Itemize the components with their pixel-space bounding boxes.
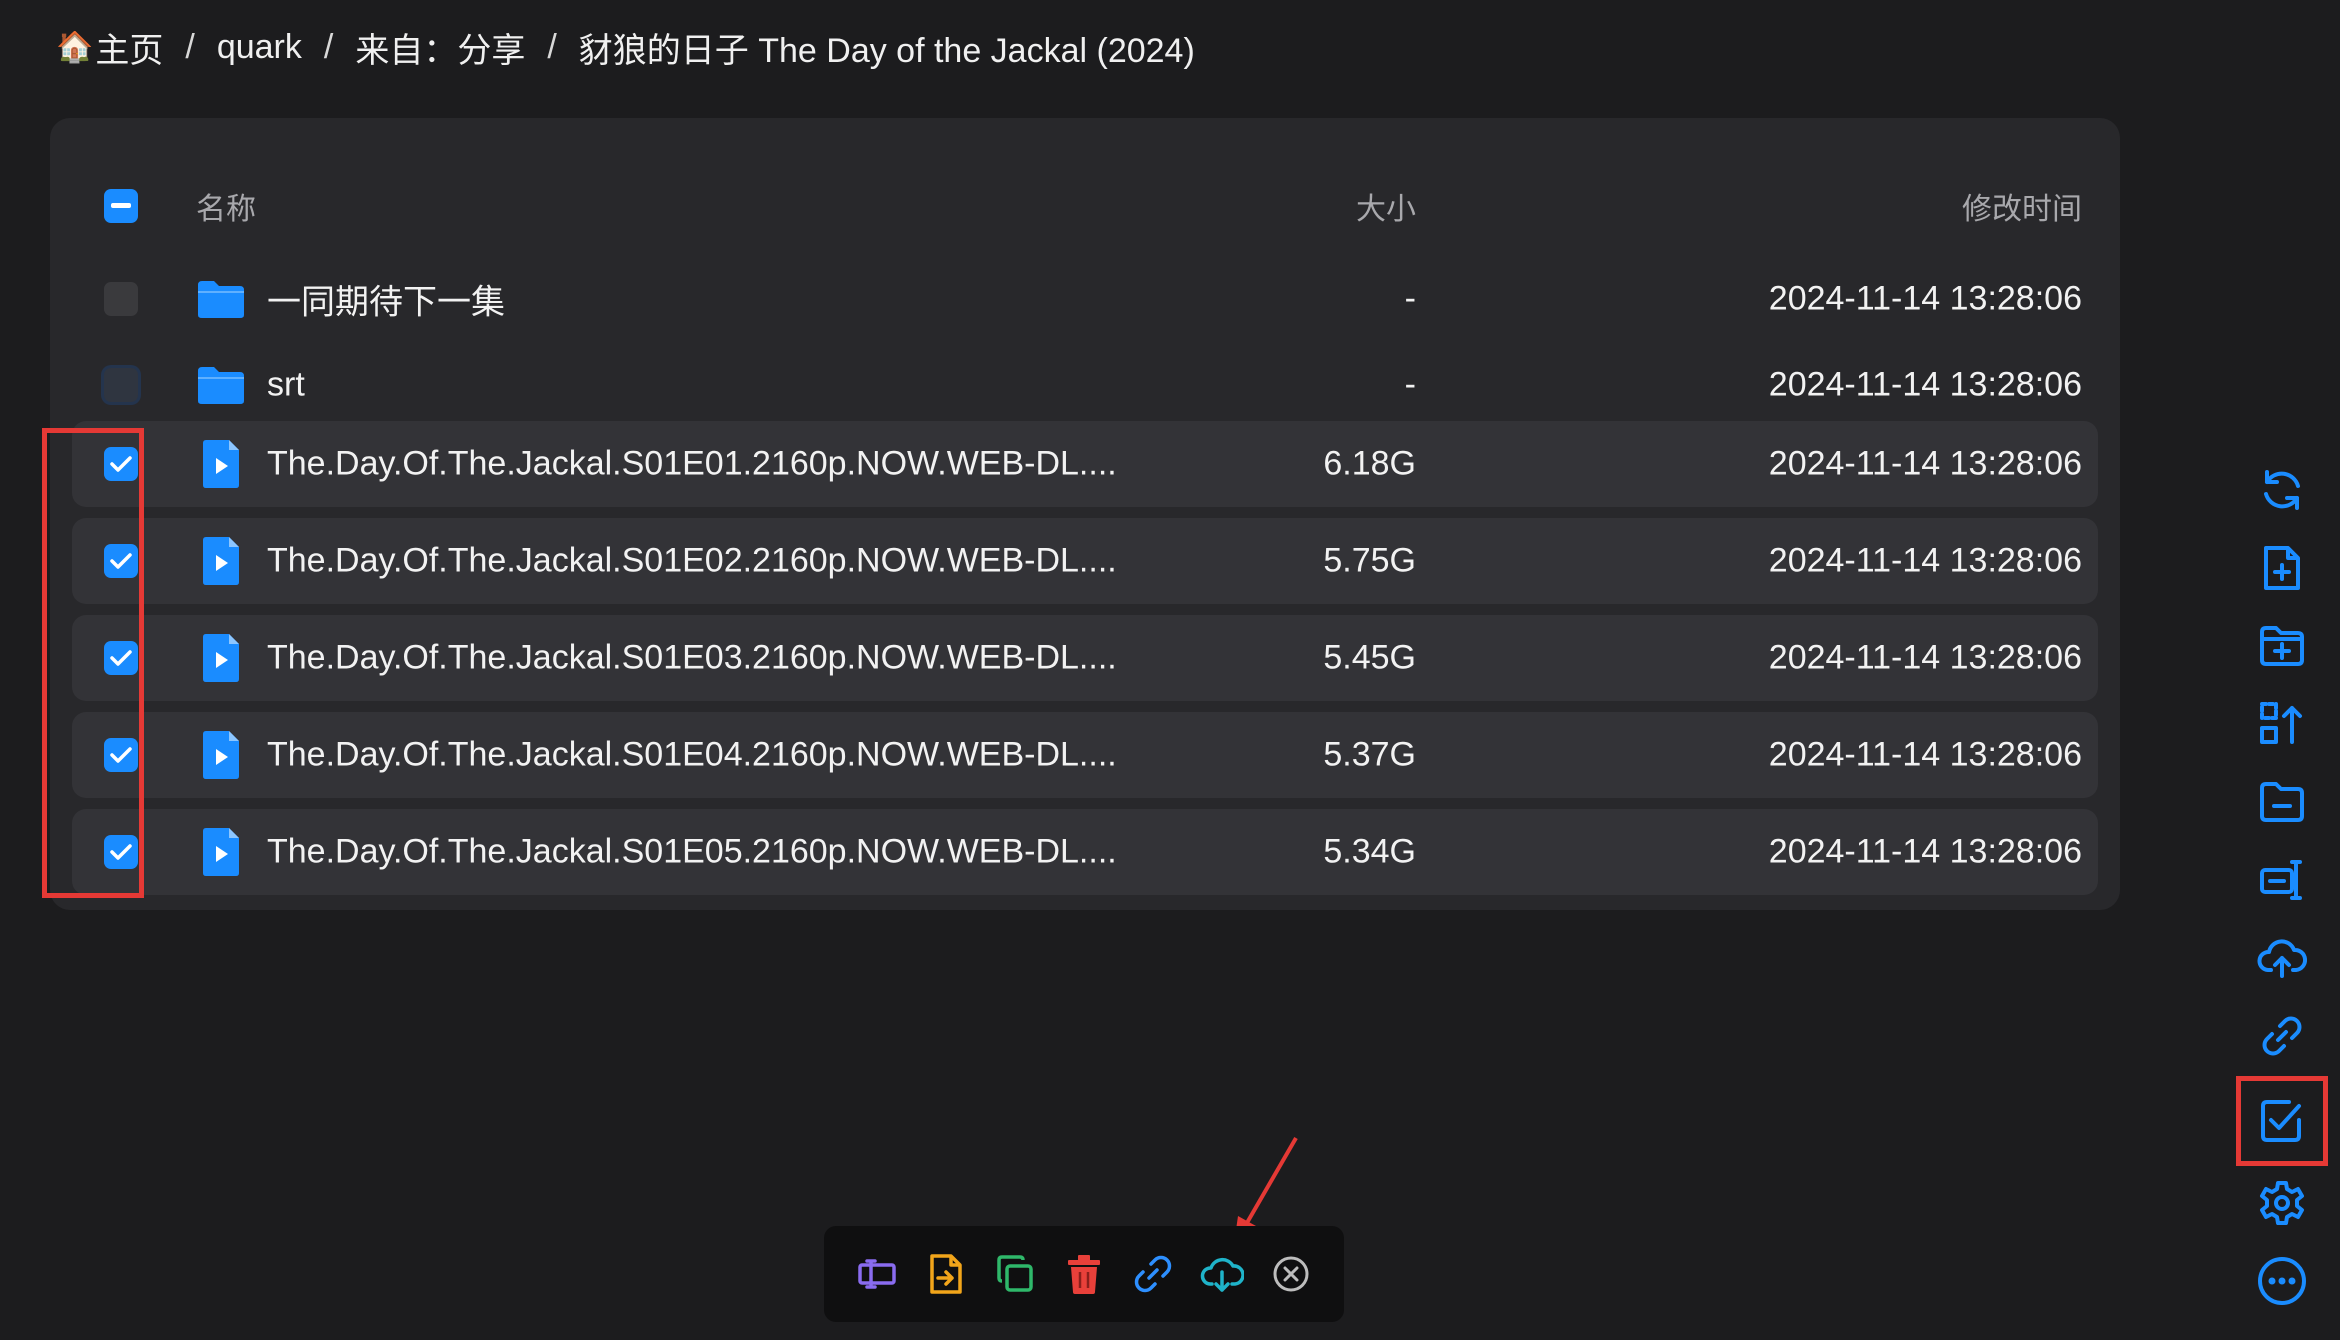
refresh-icon[interactable]	[2252, 460, 2312, 520]
rename-icon[interactable]	[851, 1248, 903, 1300]
breadcrumb-current: 豺狼的日子 The Day of the Jackal (2024)	[578, 31, 1195, 70]
video-file-icon	[196, 439, 246, 489]
file-name[interactable]: The.Day.Of.The.Jackal.S01E01.2160p.NOW.W…	[267, 445, 1117, 484]
move-icon[interactable]	[920, 1248, 972, 1300]
file-size: -	[1404, 279, 1416, 318]
breadcrumb-home-label: 主页	[95, 31, 164, 70]
cloud-download-icon[interactable]	[1196, 1248, 1248, 1300]
column-header-size[interactable]: 大小	[1356, 184, 1416, 228]
select-all-checkbox[interactable]	[104, 189, 138, 223]
home-icon: 🏠	[56, 30, 94, 64]
row-checkbox[interactable]	[104, 368, 138, 402]
new-folder-icon[interactable]	[2252, 616, 2312, 676]
file-name[interactable]: The.Day.Of.The.Jackal.S01E02.2160p.NOW.W…	[267, 542, 1117, 581]
folder-minus-icon[interactable]	[2252, 772, 2312, 832]
table-row[interactable]: The.Day.Of.The.Jackal.S01E03.2160p.NOW.W…	[72, 615, 2098, 701]
file-modified: 2024-11-14 13:28:06	[1768, 638, 2082, 677]
table-row[interactable]: The.Day.Of.The.Jackal.S01E05.2160p.NOW.W…	[72, 809, 2098, 895]
table-row[interactable]: The.Day.Of.The.Jackal.S01E01.2160p.NOW.W…	[72, 421, 2098, 507]
file-name[interactable]: The.Day.Of.The.Jackal.S01E03.2160p.NOW.W…	[267, 639, 1117, 678]
file-name[interactable]: srt	[267, 366, 305, 405]
file-modified: 2024-11-14 13:28:06	[1768, 832, 2082, 871]
link-icon[interactable]	[2252, 1006, 2312, 1066]
share-link-icon[interactable]	[1127, 1248, 1179, 1300]
table-row[interactable]: The.Day.Of.The.Jackal.S01E02.2160p.NOW.W…	[72, 518, 2098, 604]
new-file-icon[interactable]	[2252, 538, 2312, 598]
video-file-icon	[196, 536, 246, 586]
cloud-upload-icon[interactable]	[2252, 928, 2312, 988]
folder-icon	[196, 360, 246, 410]
copy-icon[interactable]	[989, 1248, 1041, 1300]
file-size: 5.75G	[1323, 541, 1416, 580]
file-modified: 2024-11-14 13:28:06	[1768, 279, 2082, 318]
file-size: 5.45G	[1323, 638, 1416, 677]
table-header: 名称 大小 修改时间	[72, 164, 2098, 248]
file-list-panel: 名称 大小 修改时间 一同期待下一集 - 2024-11-14 13:28:06…	[50, 118, 2120, 910]
delete-icon[interactable]	[1058, 1248, 1110, 1300]
file-size: 6.18G	[1323, 444, 1416, 483]
file-name[interactable]: The.Day.Of.The.Jackal.S01E05.2160p.NOW.W…	[267, 833, 1117, 872]
table-row[interactable]: srt - 2024-11-14 13:28:06	[72, 342, 2098, 428]
row-checkbox[interactable]	[104, 282, 138, 316]
breadcrumb-separator: /	[185, 27, 195, 66]
file-size: 5.37G	[1323, 735, 1416, 774]
settings-icon[interactable]	[2252, 1173, 2312, 1233]
file-size: 5.34G	[1323, 832, 1416, 871]
video-file-icon	[196, 827, 246, 877]
file-modified: 2024-11-14 13:28:06	[1768, 365, 2082, 404]
sort-icon[interactable]	[2252, 694, 2312, 754]
file-modified: 2024-11-14 13:28:06	[1768, 444, 2082, 483]
table-row[interactable]: 一同期待下一集 - 2024-11-14 13:28:06	[72, 256, 2098, 342]
video-file-icon	[196, 730, 246, 780]
multi-select-icon[interactable]	[2252, 1091, 2312, 1151]
folder-icon	[196, 274, 246, 324]
file-modified: 2024-11-14 13:28:06	[1768, 735, 2082, 774]
close-icon[interactable]	[1265, 1248, 1317, 1300]
breadcrumb-home[interactable]: 🏠 主页	[56, 23, 163, 72]
column-header-name[interactable]: 名称	[196, 184, 256, 228]
video-file-icon	[196, 633, 246, 683]
file-name[interactable]: The.Day.Of.The.Jackal.S01E04.2160p.NOW.W…	[267, 736, 1117, 775]
file-name[interactable]: 一同期待下一集	[267, 275, 505, 324]
selection-action-bar	[824, 1226, 1344, 1322]
column-header-modified[interactable]: 修改时间	[1962, 184, 2082, 228]
breadcrumb-separator: /	[323, 27, 334, 66]
file-modified: 2024-11-14 13:28:06	[1768, 541, 2082, 580]
breadcrumb: 🏠 主页 / quark / 来自：分享 / 豺狼的日子 The Day of …	[56, 22, 1195, 72]
transfer-icon[interactable]	[2252, 850, 2312, 910]
breadcrumb-quark[interactable]: quark	[217, 28, 302, 67]
file-size: -	[1404, 365, 1416, 404]
more-icon[interactable]	[2252, 1251, 2312, 1311]
breadcrumb-share[interactable]: 来自：分享	[355, 23, 525, 72]
annotation-highlight-checkboxes	[42, 428, 144, 898]
breadcrumb-separator: /	[547, 27, 557, 66]
table-row[interactable]: The.Day.Of.The.Jackal.S01E04.2160p.NOW.W…	[72, 712, 2098, 798]
